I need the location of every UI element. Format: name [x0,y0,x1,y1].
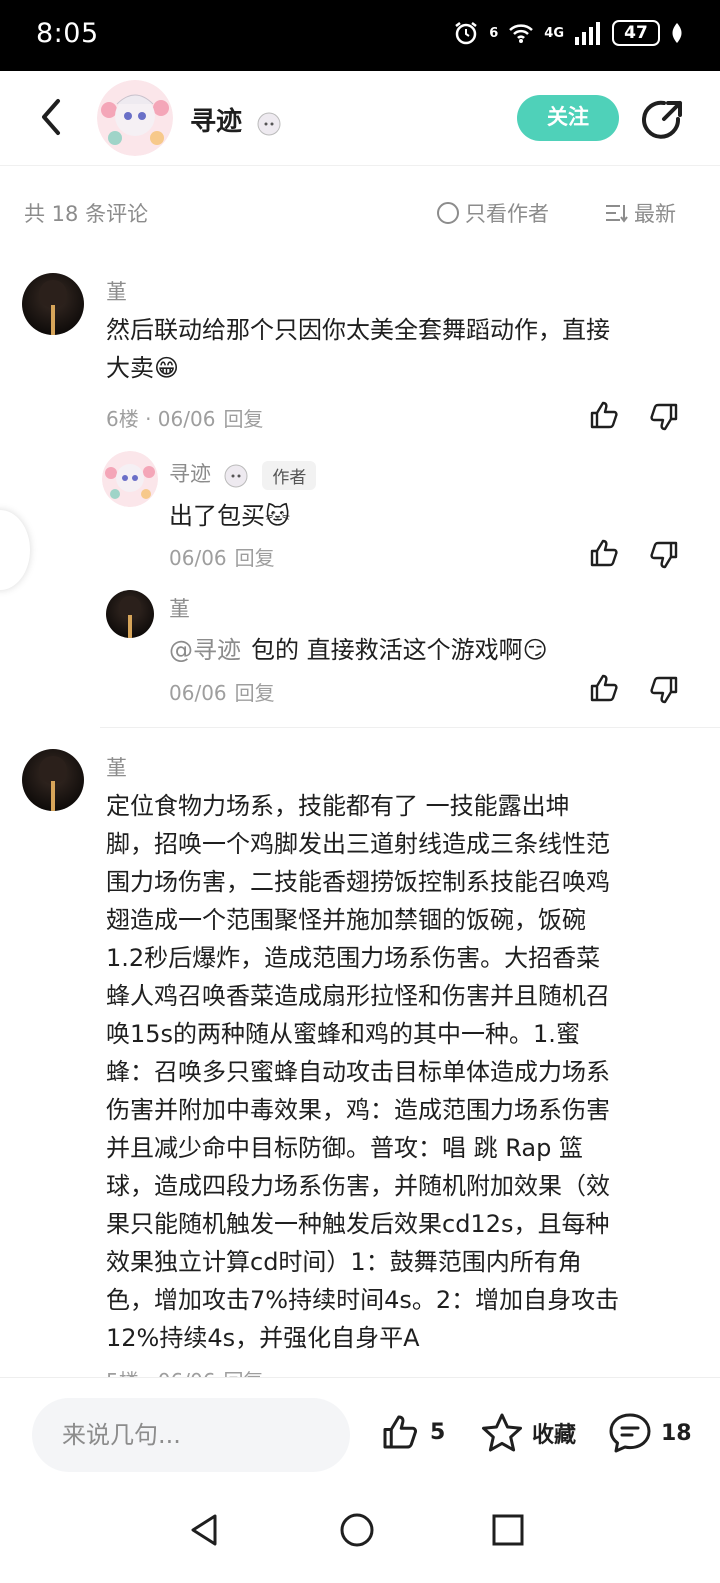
badge-icon [224,464,248,488]
comment-floor-date: 6楼 · 06/06 [106,407,216,431]
leaf-icon [672,23,682,43]
comment-text: 然后联动给那个只因你太美全套舞蹈动作，直接 大卖😁 [106,311,610,387]
comment-text-line: 蜂：召唤多只蜜蜂自动攻击目标单体造成力场系 [106,1058,610,1086]
reply-text-row: @寻迹 包的 直接救活这个游戏啊😏 [169,631,548,669]
reply-author[interactable]: 堇 [169,593,190,623]
comment-text-line: 效果独立计算cd时间）1：鼓舞范围内所有角 [106,1248,582,1276]
status-bar: 8:05 6 4G 47 [0,0,720,71]
like-button[interactable]: 5 [378,1412,445,1452]
like-icon[interactable] [588,672,620,704]
status-icons: 6 4G 47 [453,20,684,46]
reply-date: 06/06 [169,681,227,705]
comment-text-line: 翅造成一个范围聚怪并施加禁锢的饭碗，饭碗 [106,906,586,934]
reply-date: 06/06 [169,546,227,570]
author-name[interactable]: 寻迹 [190,107,242,137]
like-count: 5 [430,1419,446,1445]
comment-text-line: 脚，招唤一个鸡脚发出三道射线造成三条线性范 [106,830,610,858]
reply-button[interactable]: 回复 [223,407,263,431]
sort-label: 最新 [634,202,676,226]
share-icon[interactable] [640,99,684,141]
reply-text: 包的 直接救活这个游戏啊😏 [251,636,548,664]
reply-author[interactable]: 寻迹 [169,462,211,486]
reply-button[interactable]: 回复 [235,546,275,570]
nav-home-icon[interactable] [337,1510,377,1550]
mention-link[interactable]: @寻迹 [169,636,241,664]
collect-label: 收藏 [532,1423,577,1448]
comment-text-line: 伤害并附加中毒效果，鸡：造成范围力场系伤害 [106,1096,610,1124]
only-author-toggle[interactable]: 只看作者 [437,198,549,228]
comment-text-line: 球，造成四段力场系伤害，并随机附加效果（效 [106,1172,610,1200]
avatar[interactable] [22,273,84,335]
author-tag: 作者 [262,460,317,490]
post-header: 寻迹 关注 [0,71,720,166]
reply-author-row: 寻迹 作者 [169,458,317,490]
reply-meta: 06/06 回复 [169,677,275,706]
badge-icon [257,112,281,135]
avatar[interactable] [106,590,154,638]
comment-author[interactable]: 堇 [106,276,127,306]
sort-toggle[interactable]: 最新 [604,198,676,228]
reply-text: 出了包买🐱 [169,502,291,530]
network-type-label: 4G [544,25,564,41]
avatar[interactable] [102,451,158,507]
comment-text-line: 唤15s的两种随从蜜蜂和鸡的其中一种。1.蜜 [106,1020,580,1048]
comment-author[interactable]: 堇 [106,752,127,782]
dislike-icon[interactable] [648,674,680,706]
comment-text-line: 蜂人鸡召唤香菜造成扇形拉怪和伤害并且随机召 [106,982,610,1010]
author-avatar[interactable] [97,80,173,156]
signal-icon [575,22,600,45]
side-handle[interactable] [0,510,30,590]
back-icon[interactable] [34,97,70,137]
nav-back-icon[interactable] [185,1510,225,1550]
author-name-row: 寻迹 [190,101,283,138]
nav-recents-icon[interactable] [488,1510,528,1550]
comment-count: 共 18 条评论 [24,202,149,226]
comment-text-line: 12%持续4s，并强化自身平A [106,1324,420,1352]
avatar[interactable] [22,749,84,811]
alarm-icon [455,22,477,45]
comment-text-line: 围力场伤害，二技能香翅捞饭控制系技能召唤鸡 [106,868,610,896]
wifi-icon [509,24,534,43]
dislike-icon[interactable] [648,401,680,433]
comment-text-line: 然后联动给那个只因你太美全套舞蹈动作，直接 [106,316,610,344]
reply-button[interactable]: 回复 [235,681,275,705]
divider [100,727,720,728]
comments-button[interactable]: 18 [607,1412,692,1454]
comment-text-line: 果只能随机触发一种触发后效果cd12s，且每种 [106,1210,610,1238]
status-time: 8:05 [36,18,99,49]
comment-text-line: 并且减少命中目标防御。普攻：唱 跳 Rap 篮 [106,1134,583,1162]
follow-button[interactable]: 关注 [517,95,619,141]
battery-indicator: 47 [612,20,660,46]
only-author-label: 只看作者 [465,202,549,226]
comment-text-line: 定位食物力场系，技能都有了 一技能露出坤 [106,792,570,820]
radio-icon [437,202,459,224]
dislike-icon[interactable] [648,539,680,571]
comment-input[interactable]: 来说几句... [32,1398,350,1472]
star-icon [482,1413,522,1452]
comment-meta: 6楼 · 06/06 回复 [106,403,263,432]
like-icon [383,1415,417,1449]
reply-meta: 06/06 回复 [169,542,275,571]
comment-icon [609,1413,651,1453]
comment-text-line: 色，增加攻击7%持续时间4s。2：增加自身攻击 [106,1286,620,1314]
comments-count: 18 [661,1420,692,1446]
comment-text-line: 大卖😁 [106,354,180,382]
comment-text: 定位食物力场系，技能都有了 一技能露出坤 脚，招唤一个鸡脚发出三道射线造成三条线… [106,787,696,1357]
comment-text-line: 1.2秒后爆炸，造成范围力场系伤害。大招香菜 [106,944,601,972]
bottom-action-bar: 来说几句... 5 收藏 18 [0,1377,720,1492]
like-icon[interactable] [588,399,620,431]
sort-icon [606,205,628,223]
network-label: 6 [489,25,499,41]
collect-button[interactable]: 收藏 [480,1412,576,1454]
system-nav-bar [0,1492,720,1583]
like-icon[interactable] [588,537,620,569]
